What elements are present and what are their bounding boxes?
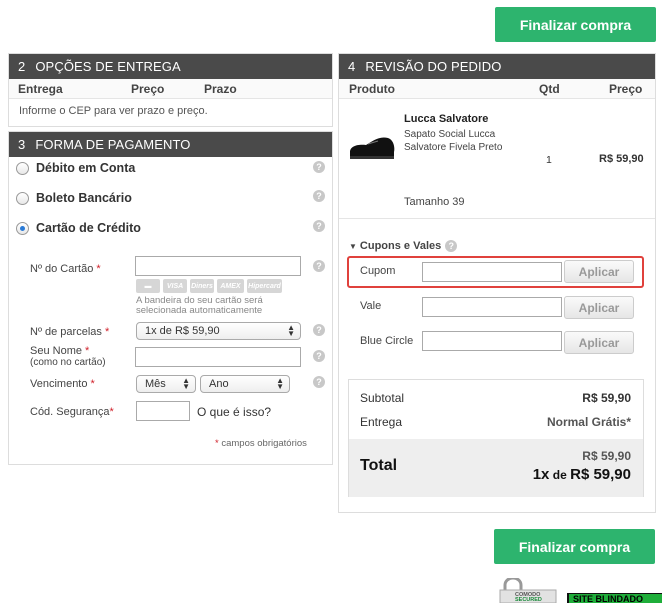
card-number-label: Nº do Cartão * — [30, 263, 101, 275]
col-entrega: Entrega — [18, 81, 63, 96]
delivery-header: 2 OPÇÕES DE ENTREGA — [9, 54, 332, 79]
help-icon[interactable]: ? — [313, 376, 325, 388]
required-note: * campos obrigatórios — [215, 438, 307, 449]
diners-logo-icon: Diners — [190, 279, 214, 293]
col-preco: Preço — [609, 81, 643, 96]
delivery-step-number: 2 — [18, 59, 26, 74]
divider — [339, 218, 655, 219]
expiry-label: Vencimento * — [30, 378, 95, 390]
installments-value: 1x de R$ 59,90 — [145, 325, 220, 337]
expiry-month-select[interactable]: Mês ▲ ▼ — [136, 375, 196, 393]
site-blindado-seal: SITE BLINDADO — [567, 593, 662, 603]
installment-total: 1x de R$ 59,90 — [532, 466, 631, 483]
product-size: Tamanho 39 — [404, 196, 465, 208]
checkout-button-top[interactable]: Finalizar compra — [495, 7, 656, 42]
apply-voucher-button[interactable]: Aplicar — [564, 296, 634, 319]
radio-debito[interactable] — [16, 161, 29, 175]
help-icon[interactable]: ? — [445, 240, 458, 252]
voucher-input[interactable] — [422, 297, 562, 317]
expiry-year-select[interactable]: Ano ▲ ▼ — [200, 375, 290, 393]
subtotal-value: R$ 59,90 — [582, 391, 631, 405]
month-value: Mês — [145, 378, 166, 390]
help-icon[interactable]: ? — [313, 220, 325, 232]
col-qtd: Qtd — [539, 81, 560, 96]
review-step-number: 4 — [348, 59, 356, 74]
debito-label: Débito em Conta — [36, 161, 136, 175]
cvv-help-link[interactable]: O que é isso? — [197, 405, 271, 419]
col-preco: Preço — [131, 81, 165, 96]
blue-circle-label: Blue Circle — [360, 335, 414, 347]
secured-text: SECURED — [515, 597, 542, 603]
product-shoe-image — [350, 137, 395, 159]
help-icon[interactable]: ? — [313, 324, 325, 336]
cartao-label: Cartão de Crédito — [36, 221, 141, 235]
delivery-title: OPÇÕES DE ENTREGA — [35, 59, 181, 74]
installments-select[interactable]: 1x de R$ 59,90 ▲ ▼ — [136, 322, 301, 340]
name-input[interactable] — [135, 347, 301, 367]
apply-coupon-button[interactable]: Aplicar — [564, 260, 634, 283]
help-icon[interactable]: ? — [313, 260, 325, 272]
payment-header: 3 FORMA DE PAGAMENTO — [9, 132, 332, 157]
coupon-label: Cupom — [360, 265, 396, 277]
shipping-value: Normal Grátis* — [546, 415, 631, 429]
payment-title: FORMA DE PAGAMENTO — [35, 137, 191, 152]
card-number-input[interactable] — [135, 256, 301, 276]
shipping-label: Entrega — [360, 415, 403, 429]
total-box: Total R$ 59,90 1x de R$ 59,90 — [349, 439, 643, 497]
coupons-toggle[interactable]: ▼ Cupons e Vales ? — [349, 240, 458, 252]
review-title: REVISÃO DO PEDIDO — [365, 59, 502, 74]
delivery-options-panel: 2 OPÇÕES DE ENTREGA Entrega Preço Prazo … — [8, 53, 333, 127]
triangle-down-icon: ▼ — [349, 241, 357, 251]
amex-logo-icon: AMEX — [217, 279, 244, 293]
apply-blue-circle-button[interactable]: Aplicar — [564, 331, 634, 354]
comodo-seal: COMODO SECURED — [497, 578, 559, 603]
year-value: Ano — [209, 378, 229, 390]
visa-logo-icon: VISA — [163, 279, 187, 293]
radio-boleto[interactable] — [16, 191, 29, 205]
total-label: Total — [360, 457, 398, 474]
total-value: R$ 59,90 — [582, 449, 631, 463]
order-summary: Subtotal R$ 59,90 Entrega Normal Grátis*… — [348, 379, 644, 497]
radio-cartao[interactable] — [16, 221, 29, 235]
payment-method-cartao[interactable]: Cartão de Crédito — [16, 221, 141, 235]
help-icon[interactable]: ? — [313, 190, 325, 202]
product-price: R$ 59,90 — [599, 153, 644, 165]
checkout-button-bottom[interactable]: Finalizar compra — [494, 529, 655, 564]
cvv-label: Cód. Segurança* — [30, 406, 114, 418]
cep-hint: Informe o CEP para ver prazo e preço. — [19, 105, 208, 117]
product-description: Sapato Social Lucca Salvatore Fivela Pre… — [404, 129, 503, 153]
review-header: 4 REVISÃO DO PEDIDO — [339, 54, 655, 79]
card-logo-icon: ▬ — [136, 279, 160, 293]
payment-method-boleto[interactable]: Boleto Bancário — [16, 191, 132, 205]
installments-label: Nº de parcelas * — [30, 326, 110, 338]
boleto-label: Boleto Bancário — [36, 191, 132, 205]
payment-step-number: 3 — [18, 137, 26, 152]
subtotal-label: Subtotal — [360, 391, 405, 405]
help-icon[interactable]: ? — [313, 161, 325, 173]
product-qty: 1 — [546, 154, 552, 166]
delivery-columns: Entrega Preço Prazo — [9, 79, 332, 99]
select-arrows-icon: ▲ ▼ — [287, 323, 295, 338]
hipercard-logo-icon: Hipercard — [247, 279, 282, 293]
cvv-input[interactable] — [136, 401, 190, 421]
card-brand-note: A bandeira do seu cartão será selecionad… — [136, 295, 263, 316]
review-columns: Produto Qtd Preço — [339, 79, 655, 99]
help-icon[interactable]: ? — [313, 350, 325, 362]
coupon-input[interactable] — [422, 262, 562, 282]
name-label: Seu Nome * (como no cartão) — [30, 345, 106, 369]
voucher-label: Vale — [360, 300, 382, 312]
blindado-text: SITE BLINDADO — [569, 594, 662, 603]
select-arrows-icon: ▲ ▼ — [182, 376, 190, 391]
col-produto: Produto — [349, 81, 395, 96]
col-prazo: Prazo — [204, 81, 237, 96]
payment-method-debito[interactable]: Débito em Conta — [16, 161, 135, 175]
select-arrows-icon: ▲ ▼ — [276, 376, 284, 391]
blue-circle-input[interactable] — [422, 331, 562, 351]
product-name: Lucca Salvatore — [404, 113, 489, 125]
